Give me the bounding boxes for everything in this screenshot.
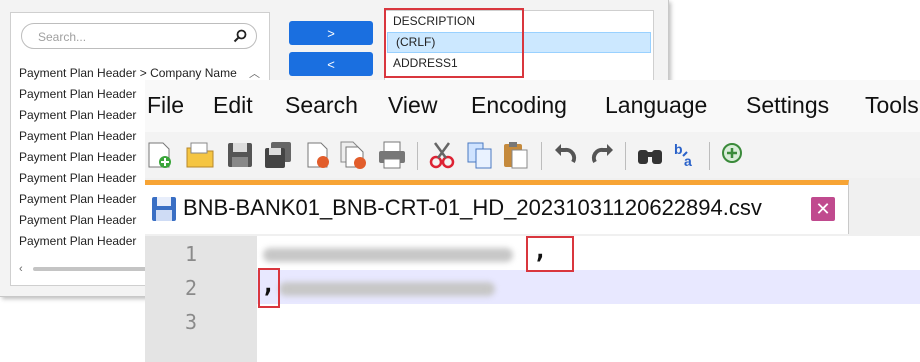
- menu-view[interactable]: View: [388, 90, 437, 120]
- remove-field-button[interactable]: <: [289, 52, 373, 76]
- close-file-icon[interactable]: [303, 140, 333, 170]
- scroll-left-icon[interactable]: ‹: [19, 263, 23, 275]
- redacted-text: [263, 248, 513, 262]
- menu-bar: File Edit Search View Encoding Language …: [145, 80, 920, 132]
- zoom-in-icon[interactable]: [719, 140, 749, 170]
- line-number: 1: [185, 242, 198, 266]
- redo-icon[interactable]: [587, 140, 617, 170]
- search-input[interactable]: [36, 28, 230, 46]
- redacted-text: [279, 282, 495, 296]
- toolbar-separator: [541, 142, 542, 170]
- menu-tools[interactable]: Tools: [865, 90, 919, 120]
- add-field-button[interactable]: >: [289, 21, 373, 45]
- menu-edit[interactable]: Edit: [213, 90, 253, 120]
- toolbar: b a: [145, 132, 920, 178]
- paste-icon[interactable]: [501, 140, 531, 170]
- print-icon[interactable]: [377, 140, 407, 170]
- highlight-box: [384, 8, 524, 78]
- menu-settings[interactable]: Settings: [746, 90, 829, 120]
- menu-search[interactable]: Search: [285, 90, 358, 120]
- line-number-gutter: 1 2 3: [145, 236, 257, 362]
- copy-icon[interactable]: [465, 140, 495, 170]
- find-icon[interactable]: [635, 140, 665, 170]
- save-icon[interactable]: [225, 140, 255, 170]
- notepad-window: File Edit Search View Encoding Language …: [145, 80, 920, 362]
- open-file-icon[interactable]: [185, 140, 215, 170]
- saved-file-icon: [152, 197, 176, 221]
- close-tab-icon[interactable]: ✕: [811, 197, 835, 221]
- replace-icon[interactable]: b a: [671, 140, 701, 170]
- cut-icon[interactable]: [427, 140, 457, 170]
- close-all-icon[interactable]: [339, 140, 369, 170]
- toolbar-separator: [625, 142, 626, 170]
- search-icon[interactable]: [232, 28, 248, 44]
- toolbar-separator: [709, 142, 710, 170]
- highlight-box: [526, 236, 574, 272]
- new-file-icon[interactable]: [145, 140, 175, 170]
- highlight-box: [258, 268, 280, 308]
- toolbar-separator: [417, 142, 418, 170]
- line-number: 2: [185, 276, 198, 300]
- svg-text:b: b: [674, 141, 683, 157]
- menu-encoding[interactable]: Encoding: [471, 90, 567, 120]
- scroll-up-icon[interactable]: ︿: [249, 65, 260, 81]
- file-tab[interactable]: BNB-BANK01_BNB-CRT-01_HD_202310311206228…: [145, 180, 849, 234]
- svg-text:a: a: [684, 153, 692, 169]
- tab-strip: BNB-BANK01_BNB-CRT-01_HD_202310311206228…: [145, 178, 920, 234]
- tab-filename: BNB-BANK01_BNB-CRT-01_HD_202310311206228…: [183, 195, 762, 220]
- menu-file[interactable]: File: [147, 90, 184, 120]
- undo-icon[interactable]: [551, 140, 581, 170]
- search-box[interactable]: [21, 23, 257, 49]
- menu-language[interactable]: Language: [605, 90, 707, 120]
- save-all-icon[interactable]: [263, 140, 293, 170]
- line-number: 3: [185, 310, 198, 334]
